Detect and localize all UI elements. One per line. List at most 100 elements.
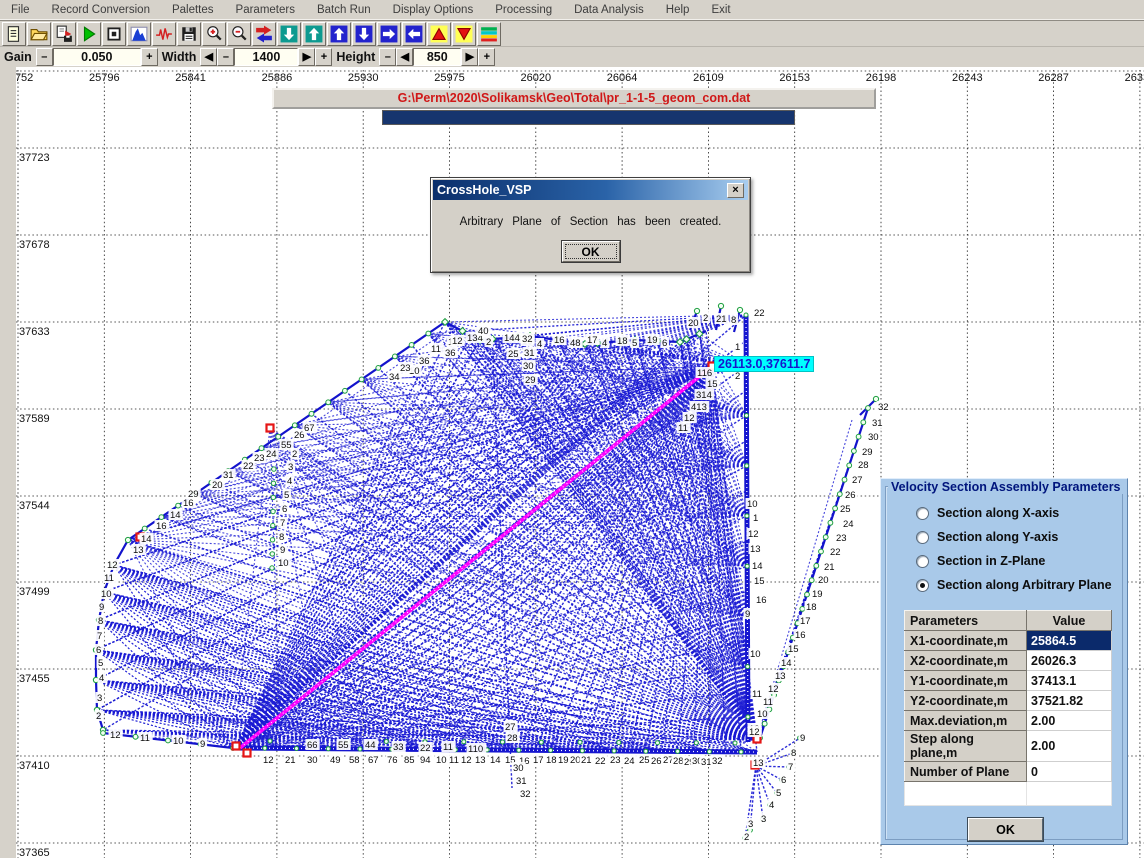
width-decrease-button[interactable]: – [217,48,234,66]
height-next-button[interactable]: ▶ [461,48,478,66]
svg-text:40: 40 [478,326,489,337]
svg-text:6: 6 [781,775,786,786]
point-label: 16 [553,334,567,346]
menu-item-data-analysis[interactable]: Data Analysis [563,2,655,18]
svg-text:17: 17 [800,616,811,627]
point-label: 413 [690,401,710,413]
point-label: 32 [521,333,535,345]
point-label: 22 [419,742,433,754]
toolbar-move-down-button[interactable] [352,22,376,46]
toolbar-shift-down-button[interactable] [277,22,301,46]
point-label: 12 [747,528,761,540]
radio-section-in-z-plane[interactable]: Section in Z-Plane [916,553,1045,569]
dialog-title: CrossHole_VSP [437,183,727,197]
width-value-field[interactable]: 1400 [234,48,298,66]
param-value-cell[interactable]: 25864.5 [1027,631,1112,651]
left-margin-strip [0,66,16,858]
height-prev-button[interactable]: ◀ [396,48,413,66]
toolbar-zoom-out-button[interactable] [227,22,251,46]
dataset-path-bar: G:\Perm\2020\Solikamsk\Geo\Total\pr_1-1-… [272,88,876,109]
zoom-in-icon [205,25,223,43]
toolbar-open-file-button[interactable] [27,22,51,46]
menu-item-processing[interactable]: Processing [484,2,563,18]
point-label: 5 [775,787,784,799]
close-icon[interactable]: × [727,183,744,198]
menu-item-palettes[interactable]: Palettes [161,2,225,18]
gain-decrease-button[interactable]: – [36,48,53,66]
toolbar-waveform-view-button[interactable] [152,22,176,46]
point-label: 116 [696,367,716,379]
toolbar-run-button[interactable] [77,22,101,46]
section-endpoint-marker [244,750,251,757]
menu-item-file[interactable]: File [0,2,41,18]
menu-item-help[interactable]: Help [655,2,701,18]
height-increase-button[interactable]: + [478,48,495,66]
point-label: 30 [512,762,526,774]
toolbar-gain-up-button[interactable] [427,22,451,46]
param-value-cell[interactable]: 37413.1 [1027,671,1112,691]
point-label: 58 [348,754,362,766]
menu-item-batch-run[interactable]: Batch Run [306,2,382,18]
width-next-button[interactable]: ▶ [298,48,315,66]
point-label: 32 [519,788,533,800]
param-value-cell[interactable]: 0 [1027,762,1112,782]
menu-item-display-options[interactable]: Display Options [382,2,485,18]
arrow-up-blue-icon [330,25,348,43]
param-value-cell[interactable]: 37521.82 [1027,691,1112,711]
svg-text:6: 6 [282,504,287,515]
x-tick: 25930 [348,72,379,84]
point-label: 2 [95,710,104,722]
height-decrease-button[interactable]: – [379,48,396,66]
gain-increase-button[interactable]: + [141,48,158,66]
toolbar-save-button[interactable] [177,22,201,46]
triangle-down-red-icon [455,25,473,43]
dialog-ok-button[interactable]: OK [562,241,620,262]
toolbar-save-convert-button[interactable] [52,22,76,46]
panel-ok-button[interactable]: OK [968,818,1043,841]
toolbar-move-up-button[interactable] [327,22,351,46]
toolbar-gain-down-button[interactable] [452,22,476,46]
svg-text:17: 17 [533,755,544,766]
table-row: Step along plane,m2.00 [905,731,1112,762]
toolbar-move-right-button[interactable] [377,22,401,46]
toolbar-shift-up-button[interactable] [302,22,326,46]
velocity-section-panel: Velocity Section Assembly Parameters Sec… [880,478,1128,845]
toolbar-swap-traces-button[interactable] [252,22,276,46]
color-stripes-icon [480,25,498,43]
width-increase-button[interactable]: + [315,48,332,66]
toolbar-zoom-in-button[interactable] [202,22,226,46]
toolbar-new-report-button[interactable] [2,22,26,46]
toolbar-move-left-button[interactable] [402,22,426,46]
height-value-field[interactable]: 850 [413,48,461,66]
section-endpoint-marker [233,743,240,750]
toolbar-stop-button[interactable] [102,22,126,46]
toolbar-palette-button[interactable] [477,22,501,46]
radio-label: Section in Z-Plane [937,554,1045,568]
gain-value-field[interactable]: 0.050 [53,48,141,66]
menu-item-record-conversion[interactable]: Record Conversion [41,2,161,18]
svg-text:12: 12 [768,684,779,695]
radio-section-along-arbitrary-plane[interactable]: Section along Arbitrary Plane [916,577,1112,593]
point-label: 24 [265,448,279,460]
point-label: 7 [787,761,796,773]
param-value-cell[interactable]: 2.00 [1027,731,1112,762]
menu-item-exit[interactable]: Exit [700,2,741,18]
radio-section-along-x-axis[interactable]: Section along X-axis [916,505,1059,521]
svg-text:30: 30 [523,361,534,372]
svg-text:9: 9 [800,733,805,744]
width-prev-button[interactable]: ◀ [200,48,217,66]
point-label: 14 [780,657,794,669]
point-label: 55 [337,739,351,751]
param-value-cell[interactable]: 26026.3 [1027,651,1112,671]
param-value-cell[interactable]: 2.00 [1027,711,1112,731]
swap-arrows-icon [255,25,273,43]
dialog-title-bar[interactable]: CrossHole_VSP × [433,180,748,200]
menu-item-parameters[interactable]: Parameters [225,2,306,18]
histogram-icon [130,25,148,43]
svg-text:12: 12 [748,529,759,540]
point-label: 7 [96,630,105,642]
point-label: 2 [291,448,300,460]
svg-text:15: 15 [707,379,718,390]
toolbar-amplitude-spectrum-button[interactable] [127,22,151,46]
radio-section-along-y-axis[interactable]: Section along Y-axis [916,529,1058,545]
